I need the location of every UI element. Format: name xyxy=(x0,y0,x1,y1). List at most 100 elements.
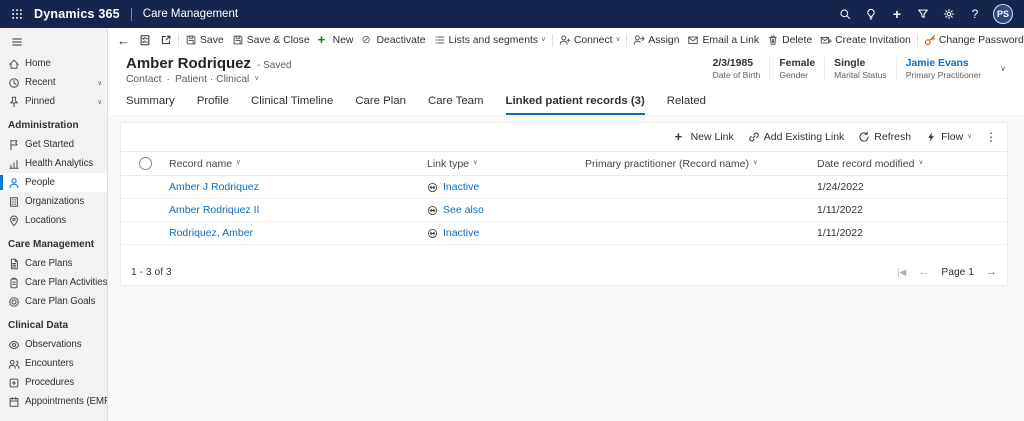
filter-icon[interactable] xyxy=(910,0,936,28)
sidebar-item-label: Organizations xyxy=(25,196,84,207)
sidebar-item-home[interactable]: Home xyxy=(0,54,107,73)
sidebar-item-locations[interactable]: Locations xyxy=(0,211,107,230)
topbar-divider xyxy=(131,8,132,21)
connect-button[interactable]: Connect ∨ xyxy=(555,29,624,51)
user-avatar[interactable]: PS xyxy=(993,4,1013,24)
link-type-cell[interactable]: Inactive xyxy=(427,227,585,239)
assign-icon xyxy=(633,34,645,46)
tab-care-team[interactable]: Care Team xyxy=(428,95,484,115)
save-and-close-button[interactable]: Save & Close xyxy=(228,29,314,51)
building-icon xyxy=(8,196,20,208)
link-type-cell[interactable]: Inactive xyxy=(427,181,585,193)
new-button[interactable]: + New xyxy=(314,29,358,51)
calendar-icon xyxy=(8,396,20,408)
sidebar-item-observations[interactable]: Observations xyxy=(0,335,107,354)
column-header-link-type[interactable]: Link type∨ xyxy=(427,158,585,170)
chevron-down-icon: ∨ xyxy=(473,160,478,167)
back-icon[interactable]: ← xyxy=(113,29,134,51)
create-invitation-button[interactable]: Create Invitation xyxy=(816,29,915,51)
flow-button[interactable]: Flow ∨ xyxy=(918,125,979,149)
chevron-down-icon: ∨ xyxy=(97,79,102,87)
header-field-primary-practitioner[interactable]: Jamie Evans Primary Practitioner xyxy=(897,57,990,80)
command-bar-separator xyxy=(552,34,553,47)
link-type-cell[interactable]: See also xyxy=(427,204,585,216)
sidebar-item-people[interactable]: People xyxy=(0,173,107,192)
change-password-button[interactable]: Change Password xyxy=(920,29,1024,51)
subtitle-separator xyxy=(167,74,170,85)
next-page-icon[interactable]: → xyxy=(986,266,997,278)
task-checklist-icon[interactable] xyxy=(134,29,155,51)
record-name-link[interactable]: Rodriquez, Amber xyxy=(169,227,253,239)
sidebar-item-appointments-emr[interactable]: Appointments (EMR) xyxy=(0,392,107,411)
popout-form-icon[interactable] xyxy=(155,29,176,51)
chevron-down-icon[interactable]: ∨ xyxy=(254,76,259,83)
record-name-link[interactable]: Amber J Rodriquez xyxy=(169,181,259,193)
expand-header-chevron-icon[interactable]: ∨ xyxy=(996,60,1010,77)
header-field-marital-status: Single Marital Status xyxy=(825,57,897,80)
clock-icon xyxy=(8,77,20,89)
list-icon xyxy=(434,34,446,46)
email-a-link-button[interactable]: Email a Link xyxy=(683,29,763,51)
column-header-date-record-modified[interactable]: Date record modified∨ xyxy=(817,158,1007,170)
grid-footer: 1 - 3 of 3 |◀ ← Page 1 → xyxy=(121,259,1007,285)
new-link-button[interactable]: + New Link xyxy=(668,125,741,149)
lists-and-segments-button[interactable]: Lists and segments ∨ xyxy=(430,29,550,51)
previous-page-icon[interactable]: ← xyxy=(918,266,929,278)
plus-icon: + xyxy=(675,131,687,143)
entity-type-label: Contact xyxy=(126,74,162,85)
sidebar-item-label: Recent xyxy=(25,77,55,88)
form-selector[interactable]: Patient · Clinical xyxy=(175,74,249,85)
grid-overflow-icon[interactable]: ⋮ xyxy=(979,130,1003,144)
chart-icon xyxy=(8,158,20,170)
tab-summary[interactable]: Summary xyxy=(126,95,175,115)
sidebar-item-encounters[interactable]: Encounters xyxy=(0,354,107,373)
sidebar-item-label: Home xyxy=(25,58,51,69)
sidebar-item-label: Appointments (EMR) xyxy=(25,396,108,407)
sidebar-item-label: Care Plan Goals xyxy=(25,296,95,307)
help-icon[interactable]: ? xyxy=(962,0,988,28)
sidebar-item-health-analytics[interactable]: Health Analytics xyxy=(0,154,107,173)
sidebar-item-label: Procedures xyxy=(25,377,74,388)
tab-care-plan[interactable]: Care Plan xyxy=(355,95,406,115)
delete-button[interactable]: Delete xyxy=(763,29,816,51)
tab-clinical-timeline[interactable]: Clinical Timeline xyxy=(251,95,333,115)
assign-button[interactable]: Assign xyxy=(629,29,683,51)
chevron-down-icon: ∨ xyxy=(236,160,241,167)
first-page-icon[interactable]: |◀ xyxy=(897,267,906,278)
record-name-link[interactable]: Amber Rodriquez II xyxy=(169,204,259,216)
header-field-date-of-birth: 2/3/1985 Date of Birth xyxy=(704,57,771,80)
sidebar-item-care-plan-activities[interactable]: Care Plan Activities xyxy=(0,273,107,292)
select-all-checkbox[interactable] xyxy=(139,157,152,170)
sidebar-item-care-plans[interactable]: Care Plans xyxy=(0,254,107,273)
deactivate-button[interactable]: ⊘ Deactivate xyxy=(357,29,429,51)
sidebar-item-label: People xyxy=(25,177,55,188)
search-icon[interactable] xyxy=(832,0,858,28)
app-title[interactable]: Dynamics 365 xyxy=(34,7,120,21)
column-header-primary-practitioner[interactable]: Primary practitioner (Record name)∨ xyxy=(585,158,817,170)
grid-refresh-button[interactable]: Refresh xyxy=(851,125,918,149)
sidebar-item-label: Health Analytics xyxy=(25,158,93,169)
sidebar-item-recent[interactable]: Recent ∨ xyxy=(0,73,107,92)
add-icon[interactable]: + xyxy=(884,0,910,28)
app-launcher-waffle-icon[interactable] xyxy=(0,0,34,28)
sidebar-item-care-plan-goals[interactable]: Care Plan Goals xyxy=(0,292,107,311)
sidebar-item-pinned[interactable]: Pinned ∨ xyxy=(0,92,107,111)
hamburger-menu-icon[interactable] xyxy=(0,31,107,54)
column-header-record-name[interactable]: Record name∨ xyxy=(169,158,427,170)
sidebar-item-get-started[interactable]: Get Started xyxy=(0,135,107,154)
sidebar-group-administration: Administration xyxy=(0,111,107,135)
save-button[interactable]: Save xyxy=(181,29,228,51)
current-area-label[interactable]: Care Management xyxy=(143,8,238,20)
sidebar-item-organizations[interactable]: Organizations xyxy=(0,192,107,211)
tab-linked-patient-records[interactable]: Linked patient records (3) xyxy=(506,95,645,115)
sidebar-item-label: Observations xyxy=(25,339,82,350)
tab-profile[interactable]: Profile xyxy=(197,95,229,115)
people-icon xyxy=(8,358,20,370)
tab-related[interactable]: Related xyxy=(667,95,706,115)
lightbulb-icon[interactable] xyxy=(858,0,884,28)
sidebar-item-procedures[interactable]: Procedures xyxy=(0,373,107,392)
add-existing-link-button[interactable]: Add Existing Link xyxy=(741,125,852,149)
sidebar-item-label: Pinned xyxy=(25,96,55,107)
settings-gear-icon[interactable] xyxy=(936,0,962,28)
flow-icon xyxy=(925,131,937,143)
